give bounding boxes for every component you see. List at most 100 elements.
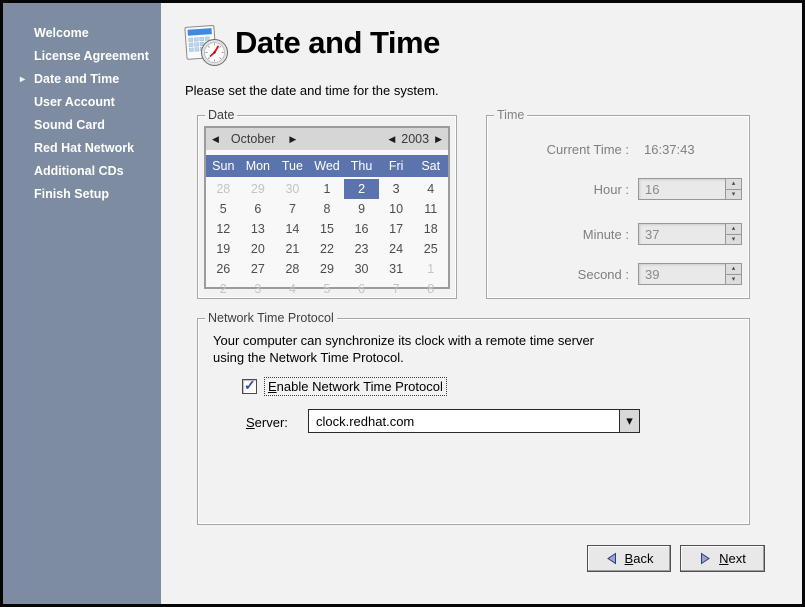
calendar-day[interactable]: 28 [206, 179, 241, 199]
calendar-day[interactable]: 10 [379, 199, 414, 219]
minute-spin-down-icon[interactable]: ▾ [726, 235, 741, 245]
calendar-day[interactable]: 29 [241, 179, 276, 199]
hour-spinner[interactable]: 16 ▴ ▾ [638, 178, 742, 200]
calendar-day[interactable]: 8 [310, 199, 345, 219]
sidebar-item-user-account: User Account [3, 91, 161, 114]
calendar-day[interactable]: 4 [413, 179, 448, 199]
calendar-day[interactable]: 22 [310, 239, 345, 259]
calendar-day[interactable]: 26 [206, 259, 241, 279]
sidebar-item-label: User Account [34, 95, 115, 109]
calendar-clock-icon [182, 19, 230, 74]
date-group-title: Date [205, 108, 237, 123]
sidebar-item-label: Additional CDs [34, 164, 124, 178]
sidebar-item-label: Date and Time [34, 72, 119, 86]
calendar-year-label: 2003 [401, 132, 429, 146]
hour-spin-down-icon[interactable]: ▾ [726, 190, 741, 200]
main-content: Date and Time Please set the date and ti… [161, 3, 802, 604]
sidebar-item-license-agreement: License Agreement [3, 45, 161, 68]
sidebar-nav: Welcome License Agreement▸ Date and Time Us… [3, 22, 161, 206]
calendar-day[interactable]: 25 [413, 239, 448, 259]
calendar-day[interactable]: 8 [413, 279, 448, 299]
calendar-day[interactable]: 18 [413, 219, 448, 239]
sidebar-item-date-and-time: ▸ Date and Time [3, 68, 161, 91]
calendar-day[interactable]: 17 [379, 219, 414, 239]
weekday-sun: Sun [206, 159, 241, 173]
second-spinner[interactable]: 39 ▴ ▾ [638, 263, 742, 285]
calendar-day[interactable]: 1 [413, 259, 448, 279]
minute-label: Minute : [487, 227, 629, 242]
calendar-day[interactable]: 19 [206, 239, 241, 259]
second-spin-down-icon[interactable]: ▾ [726, 275, 741, 285]
ntp-description: Your computer can synchronize its clock … [213, 332, 594, 366]
calendar-nav-bar: ◀ October ▶ ◀ 2003 ▶ [206, 128, 448, 150]
ntp-enable-label[interactable]: Enable Network Time Protocol [264, 377, 447, 396]
calendar-day-selected[interactable]: 2 [344, 179, 379, 199]
calendar-day[interactable]: 29 [310, 259, 345, 279]
ntp-enable-row: ✓ Enable Network Time Protocol [242, 377, 447, 396]
date-groupbox: Date ◀ October ▶ ◀ 2003 ▶ SunMonTueWedTh… [197, 115, 457, 299]
calendar-day[interactable]: 3 [241, 279, 276, 299]
calendar-day[interactable]: 6 [241, 199, 276, 219]
combo-dropdown-icon[interactable]: ▾ [620, 409, 640, 433]
next-button-label: Next [719, 551, 746, 566]
ntp-description-line1: Your computer can synchronize its clock … [213, 332, 594, 349]
sidebar: Welcome License Agreement▸ Date and Time Us… [3, 3, 161, 604]
calendar-day[interactable]: 21 [275, 239, 310, 259]
calendar-day[interactable]: 2 [206, 279, 241, 299]
checkmark-icon: ✓ [244, 377, 256, 394]
server-combobox-value[interactable]: clock.redhat.com [308, 409, 620, 433]
next-year-icon[interactable]: ▶ [429, 134, 448, 145]
calendar-day[interactable]: 7 [275, 199, 310, 219]
calendar-day[interactable]: 30 [275, 179, 310, 199]
weekday-thu: Thu [344, 159, 379, 173]
sidebar-item-finish-setup: Finish Setup [3, 183, 161, 206]
active-step-arrow-icon: ▸ [20, 68, 25, 91]
calendar-day[interactable]: 12 [206, 219, 241, 239]
server-combobox[interactable]: clock.redhat.com ▾ [308, 409, 640, 433]
calendar-day[interactable]: 20 [241, 239, 276, 259]
sidebar-item-welcome: Welcome [3, 22, 161, 45]
hour-spin-up-icon[interactable]: ▴ [726, 179, 741, 190]
calendar-day[interactable]: 5 [310, 279, 345, 299]
calendar-day[interactable]: 24 [379, 239, 414, 259]
back-button[interactable]: Back [587, 545, 671, 572]
calendar-day[interactable]: 11 [413, 199, 448, 219]
minute-spin-up-icon[interactable]: ▴ [726, 224, 741, 235]
calendar-day[interactable]: 3 [379, 179, 414, 199]
calendar-day[interactable]: 7 [379, 279, 414, 299]
calendar-day[interactable]: 6 [344, 279, 379, 299]
ntp-enable-checkbox[interactable]: ✓ [242, 379, 257, 394]
sidebar-item-red-hat-network: Red Hat Network [3, 137, 161, 160]
sidebar-item-label: Red Hat Network [34, 141, 134, 155]
back-arrow-icon [605, 552, 618, 565]
calendar-month-label: October [231, 132, 275, 146]
calendar-weekday-header: SunMonTueWedThuFriSat [206, 155, 448, 177]
hour-value: 16 [639, 179, 725, 199]
prev-month-icon[interactable]: ◀ [206, 134, 225, 145]
time-groupbox: Time Current Time : 16:37:43 Hour : 16 ▴… [486, 115, 750, 299]
calendar-day[interactable]: 27 [241, 259, 276, 279]
calendar-day[interactable]: 16 [344, 219, 379, 239]
calendar-day[interactable]: 9 [344, 199, 379, 219]
calendar-day[interactable]: 28 [275, 259, 310, 279]
weekday-wed: Wed [310, 159, 345, 173]
calendar-day[interactable]: 13 [241, 219, 276, 239]
calendar-widget: ◀ October ▶ ◀ 2003 ▶ SunMonTueWedThuFriS… [204, 126, 450, 289]
sidebar-item-label: Welcome [34, 26, 89, 40]
weekday-fri: Fri [379, 159, 414, 173]
calendar-day[interactable]: 23 [344, 239, 379, 259]
calendar-day[interactable]: 30 [344, 259, 379, 279]
calendar-day[interactable]: 4 [275, 279, 310, 299]
next-month-icon[interactable]: ▶ [283, 134, 302, 145]
sidebar-item-sound-card: Sound Card [3, 114, 161, 137]
minute-spinner[interactable]: 37 ▴ ▾ [638, 223, 742, 245]
calendar-day[interactable]: 14 [275, 219, 310, 239]
calendar-day[interactable]: 5 [206, 199, 241, 219]
prev-year-icon[interactable]: ◀ [382, 134, 401, 145]
next-button[interactable]: Next [680, 545, 765, 572]
current-time-label: Current Time : [487, 142, 629, 157]
calendar-day[interactable]: 31 [379, 259, 414, 279]
calendar-day[interactable]: 15 [310, 219, 345, 239]
calendar-day[interactable]: 1 [310, 179, 345, 199]
second-spin-up-icon[interactable]: ▴ [726, 264, 741, 275]
